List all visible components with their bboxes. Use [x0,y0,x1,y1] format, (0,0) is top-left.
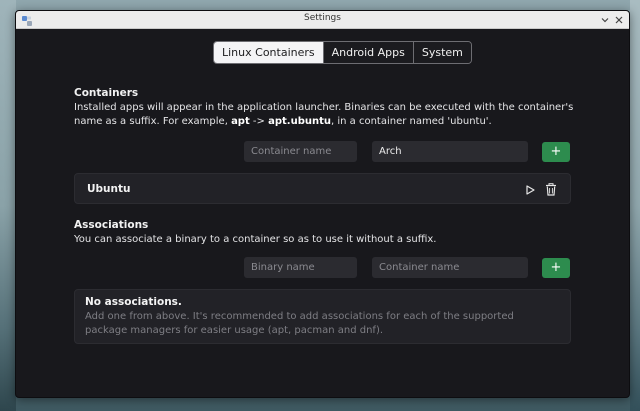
example-command: apt [231,116,250,127]
empty-state-description: Add one from above. It's recommended to … [85,311,514,336]
add-container-button[interactable]: + [542,142,570,162]
empty-state-title: No associations. [85,296,182,308]
example-arrow: -> [249,116,269,127]
tab-linux-containers[interactable]: Linux Containers [214,42,324,63]
associations-heading: Associations [74,219,149,231]
associations-empty-state: No associations. Add one from above. It'… [74,289,571,344]
distro-input[interactable] [372,141,528,162]
settings-window: Settings Linux Containers Android Apps S… [15,10,630,398]
close-icon[interactable] [613,14,625,26]
add-association-button[interactable]: + [542,258,570,278]
play-icon[interactable] [523,183,537,197]
container-name-input[interactable] [244,141,357,162]
binary-name-input[interactable] [244,257,357,278]
window-title: Settings [304,13,341,23]
container-row: Ubuntu [74,173,571,204]
tab-system[interactable]: System [413,42,471,63]
containers-heading: Containers [74,87,139,99]
containers-description: Installed apps will appear in the applic… [74,101,574,129]
tab-bar: Linux Containers Android Apps System [213,41,472,64]
containers-desc-text-end: , in a container named 'ubuntu'. [331,116,492,127]
associations-description: You can associate a binary to a containe… [74,234,437,245]
trash-icon[interactable] [544,182,558,196]
desktop-background-left [0,0,16,411]
tab-android-apps[interactable]: Android Apps [323,42,414,63]
title-bar[interactable]: Settings [16,11,629,29]
association-container-input[interactable] [372,257,528,278]
example-suffixed-command: apt.ubuntu [268,116,332,127]
minimize-icon[interactable] [599,14,611,26]
desktop-background-right [630,0,640,411]
container-row-name: Ubuntu [87,183,131,195]
